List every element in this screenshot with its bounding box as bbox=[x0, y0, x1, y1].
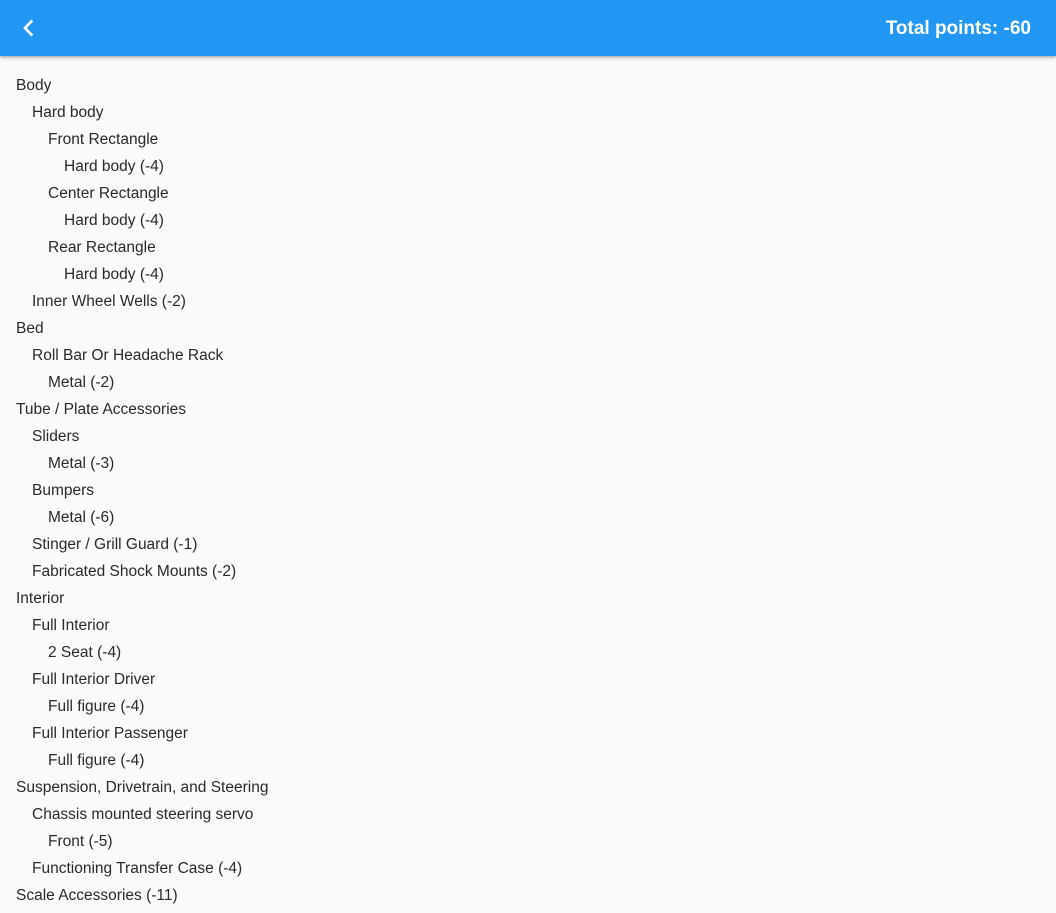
points-tree: Body Hard body Front Rectangle Hard body (-… bbox=[16, 72, 1056, 909]
tree-item-level-2: Metal (-2) bbox=[48, 374, 115, 391]
tree-item-level-2: Center Rectangle bbox=[48, 185, 169, 202]
tree-item-level-0: Tube / Plate Accessories bbox=[16, 401, 187, 418]
tree-item-level-1: Fabricated Shock Mounts (-2) bbox=[32, 563, 237, 580]
tree-item-level-1: Inner Wheel Wells (-2) bbox=[32, 293, 186, 310]
tree-item-level-2: Rear Rectangle bbox=[48, 239, 156, 256]
back-button[interactable] bbox=[8, 8, 48, 48]
tree-item-level-2: Full figure (-4) bbox=[48, 752, 145, 769]
tree-item-level-1: Roll Bar Or Headache Rack bbox=[32, 347, 224, 364]
tree-item-level-0: Suspension, Drivetrain, and Steering bbox=[16, 779, 269, 796]
tree-item-level-1: Full Interior Driver bbox=[32, 671, 156, 688]
tree-item-level-0: Scale Accessories (-11) bbox=[16, 887, 178, 904]
tree-item-level-1: Full Interior bbox=[32, 617, 110, 634]
tree-item-level-1: Chassis mounted steering servo bbox=[32, 806, 254, 823]
tree-item-level-3: Hard body (-4) bbox=[64, 158, 164, 175]
tree-item-level-1: Bumpers bbox=[32, 482, 95, 499]
tree-item-level-0: Interior bbox=[16, 590, 65, 607]
tree-item-level-1: Stinger / Grill Guard (-1) bbox=[32, 536, 198, 553]
tree-item-level-3: Hard body (-4) bbox=[64, 212, 164, 229]
tree-item-level-2: Metal (-6) bbox=[48, 509, 115, 526]
tree-item-level-0: Body bbox=[16, 77, 52, 94]
chevron-left-icon bbox=[23, 19, 34, 37]
tree-item-level-1: Hard body bbox=[32, 104, 104, 121]
total-points: Total points: -60 bbox=[885, 18, 1031, 39]
app-bar: Total points: -60 bbox=[0, 0, 1056, 56]
tree-item-level-2: Front Rectangle bbox=[48, 131, 159, 148]
tree-item-level-2: Front (-5) bbox=[48, 833, 113, 850]
tree-item-level-1: Full Interior Passenger bbox=[32, 725, 188, 742]
tree-item-level-2: Metal (-3) bbox=[48, 455, 115, 472]
tree-item-level-1: Sliders bbox=[32, 428, 80, 445]
tree-item-level-2: Full figure (-4) bbox=[48, 698, 145, 715]
tree-item-level-3: Hard body (-4) bbox=[64, 266, 164, 283]
tree-item-level-2: 2 Seat (-4) bbox=[48, 644, 122, 661]
tree-item-level-1: Functioning Transfer Case (-4) bbox=[32, 860, 243, 877]
tree-item-level-0: Bed bbox=[16, 320, 44, 337]
